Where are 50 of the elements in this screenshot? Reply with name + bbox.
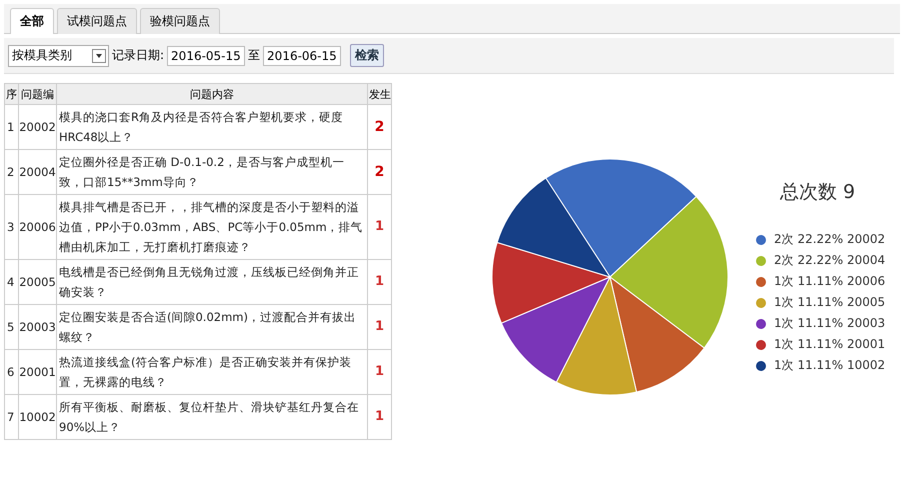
table-cell: 所有平衡板、耐磨板、复位杆垫片、滑块铲基红丹复合在90%以上？ [56, 394, 368, 440]
table-cell: 定位圈安装是否合适(间隙0.02mm)，过渡配合并有拔出螺纹？ [56, 304, 368, 350]
column-header: 序 [4, 84, 18, 104]
tab[interactable]: 试模问题点 [57, 8, 137, 34]
legend-label: 2次 22.22% 20004 [774, 252, 886, 269]
table-cell: 电线槽是否已经倒角且无锐角过渡，压线板已经倒角并正确安装？ [56, 260, 368, 304]
table-cell: 1 [368, 194, 392, 260]
table-cell: 1 [368, 304, 392, 350]
legend-label: 2次 22.22% 20002 [774, 231, 886, 248]
table-cell: 20002 [18, 104, 56, 150]
table-cell: 4 [4, 260, 18, 304]
tab[interactable]: 全部 [10, 8, 54, 34]
table-cell: 2 [4, 150, 18, 194]
table-cell: 1 [368, 260, 392, 304]
category-select[interactable]: 按模具类别 [8, 44, 109, 66]
legend-label: 1次 11.11% 10002 [774, 357, 886, 374]
table-cell: 1 [368, 394, 392, 440]
table-cell: 2 [368, 150, 392, 194]
table-cell: 1 [368, 350, 392, 394]
search-button[interactable]: 检索 [350, 44, 384, 67]
tab[interactable]: 验模问题点 [140, 8, 220, 34]
table-cell: 20004 [18, 150, 56, 194]
table-cell: 7 [4, 394, 18, 440]
table-cell: 3 [4, 194, 18, 260]
legend-label: 1次 11.11% 20001 [774, 336, 886, 353]
table-cell: 5 [4, 304, 18, 350]
column-header: 发生 [368, 84, 392, 104]
table-cell: 1 [4, 104, 18, 150]
table-cell: 模具排气槽是否已开，，排气槽的深度是否小于塑料的溢边值，PP小于0.03mm，ABS、PC等小于0.05mm，排气槽由机床加工，无打磨机打磨痕迹？ [56, 194, 368, 260]
date-label: 记录日期: [112, 47, 164, 64]
table-cell: 20005 [18, 260, 56, 304]
chart-title: 总次数 9 [780, 180, 856, 205]
table-cell: 20003 [18, 304, 56, 350]
table-cell: 2 [368, 104, 392, 150]
separator-label: 至 [248, 47, 260, 64]
table-cell: 20006 [18, 194, 56, 260]
table-cell: 模具的浇口套R角及内径是否符合客户塑机要求，硬度HRC48以上？ [56, 104, 368, 150]
table-cell: 定位圈外径是否正确 D-0.1-0.2，是否与客户成型机一致，口部15**3mm导向？ [56, 150, 368, 194]
table-cell: 20001 [18, 350, 56, 394]
legend-label: 1次 11.11% 20003 [774, 315, 886, 332]
column-header: 问题内容 [56, 84, 368, 104]
legend-label: 1次 11.11% 20006 [774, 273, 886, 290]
date-to-field[interactable]: 2016-06-15 [263, 46, 342, 66]
caret-icon [92, 48, 106, 62]
table-cell: 热流道接线盒(符合客户标准）是否正确安装并有保护装置，无裸露的电线？ [56, 350, 368, 394]
table-cell: 10002 [18, 394, 56, 440]
legend-label: 1次 11.11% 20005 [774, 294, 886, 311]
table-cell: 6 [4, 350, 18, 394]
column-header: 问题编 [18, 84, 56, 104]
date-from-field[interactable]: 2016-05-15 [167, 46, 246, 66]
